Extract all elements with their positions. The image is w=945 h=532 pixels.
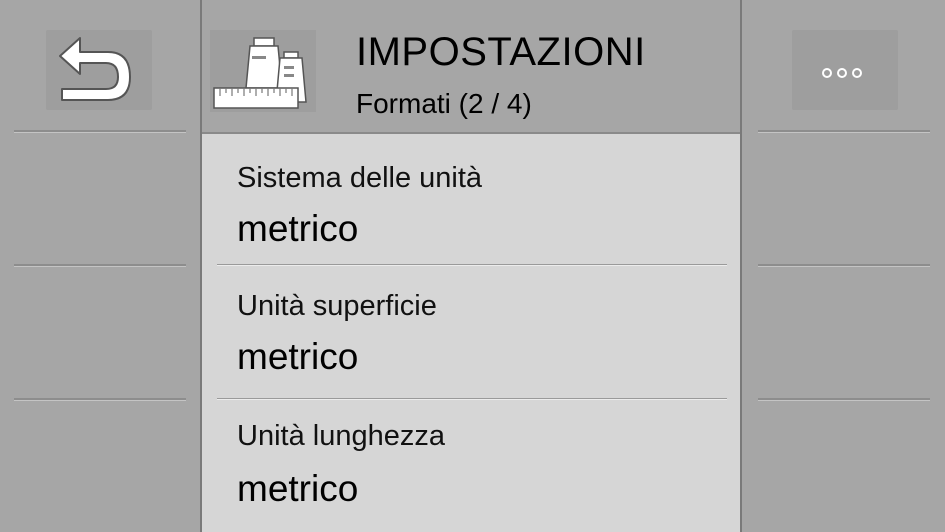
divider [758, 130, 930, 133]
right-panel [742, 0, 945, 532]
setting-label: Unità superficie [237, 290, 437, 322]
setting-area-unit[interactable]: Unità superficie metrico [202, 266, 742, 398]
divider [14, 398, 186, 401]
left-empty-slot-3[interactable] [14, 404, 186, 530]
list-divider [217, 264, 727, 266]
more-button[interactable] [792, 30, 898, 110]
left-empty-slot-1[interactable] [14, 136, 186, 262]
setting-length-unit[interactable]: Unità lunghezza metrico [202, 400, 742, 532]
right-empty-slot-3[interactable] [758, 404, 930, 530]
setting-value: metrico [237, 336, 359, 377]
back-button[interactable] [46, 30, 152, 110]
left-panel [0, 0, 200, 532]
setting-value: metrico [237, 468, 359, 509]
left-empty-slot-2[interactable] [14, 270, 186, 396]
right-empty-slot-1[interactable] [758, 136, 930, 262]
setting-label: Sistema delle unità [237, 162, 483, 194]
divider [758, 264, 930, 267]
list-divider [217, 398, 727, 400]
more-dots-icon [822, 68, 862, 78]
page-subtitle: Formati (2 / 4) [356, 88, 532, 119]
divider [14, 264, 186, 267]
page-title: IMPOSTAZIONI [356, 30, 646, 74]
setting-value: metrico [237, 208, 359, 249]
setting-label: Unità lunghezza [237, 420, 445, 452]
settings-list: Sistema delle unità metrico Unità superf… [202, 134, 742, 532]
header: IMPOSTAZIONI Formati (2 / 4) [202, 0, 742, 134]
scale-weights-icon [213, 37, 307, 109]
right-empty-slot-2[interactable] [758, 270, 930, 396]
divider [758, 398, 930, 401]
setting-unit-system[interactable]: Sistema delle unità metrico [202, 134, 742, 266]
back-arrow-icon [59, 37, 131, 101]
header-icon-box [210, 30, 316, 112]
divider [14, 130, 186, 133]
